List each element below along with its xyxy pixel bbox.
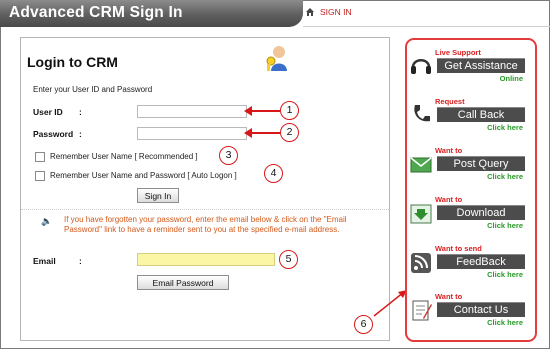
contact-us-label[interactable]: Contact Us — [437, 302, 525, 317]
password-label: Password — [33, 129, 74, 139]
get-assistance-item[interactable]: Live Support Get Assistance Online — [407, 48, 535, 92]
login-heading: Login to CRM — [27, 54, 118, 70]
callout-2: 2 — [280, 123, 299, 142]
feedback-item[interactable]: Want to send FeedBack Click here — [407, 244, 535, 288]
email-label: Email — [33, 256, 56, 266]
feedback-sub[interactable]: Click here — [487, 270, 523, 279]
callout-5: 5 — [279, 250, 298, 269]
speaker-icon: 🔈 — [41, 216, 53, 226]
callout-arrowhead-2 — [244, 128, 252, 138]
callout-arrow-6 — [373, 290, 407, 317]
email-password-button[interactable]: Email Password — [137, 275, 229, 290]
rss-icon — [411, 253, 431, 273]
user-id-label: User ID — [33, 107, 63, 117]
callout-6: 6 — [354, 315, 373, 334]
contact-us-sub[interactable]: Click here — [487, 318, 523, 327]
email-colon: : — [79, 256, 82, 266]
sign-in-link[interactable]: SIGN IN — [320, 7, 352, 17]
user-id-input[interactable] — [137, 105, 247, 118]
phone-icon — [414, 105, 430, 122]
support-panel: Live Support Get Assistance Online Reque… — [405, 38, 537, 342]
remember-user-checkbox[interactable] — [35, 152, 45, 162]
callout-arrowhead-1 — [244, 106, 252, 116]
password-colon: : — [79, 129, 82, 139]
download-caption: Want to — [435, 195, 463, 204]
call-back-sub[interactable]: Click here — [487, 123, 523, 132]
login-instruction: Enter your User ID and Password — [33, 85, 153, 94]
post-query-caption: Want to — [435, 146, 463, 155]
header-rule — [303, 26, 550, 27]
post-query-sub[interactable]: Click here — [487, 172, 523, 181]
contact-us-caption: Want to — [435, 292, 463, 301]
notepad-icon — [412, 300, 432, 321]
feedback-label[interactable]: FeedBack — [437, 254, 525, 269]
callout-1: 1 — [280, 101, 299, 120]
window-title: Advanced CRM Sign In — [9, 4, 183, 21]
download-icon — [410, 204, 432, 224]
remember-user-pass-checkbox[interactable] — [35, 171, 45, 181]
download-label[interactable]: Download — [437, 205, 525, 220]
callout-4: 4 — [264, 164, 283, 183]
headset-icon — [411, 59, 431, 74]
get-assistance-caption: Live Support — [435, 48, 481, 57]
call-back-item[interactable]: Request Call Back Click here — [407, 97, 535, 141]
user-key-icon — [266, 46, 287, 71]
feedback-caption: Want to send — [435, 244, 482, 253]
post-query-label[interactable]: Post Query — [437, 156, 525, 171]
remember-user-pass-label: Remember User Name and Password [ Auto L… — [50, 171, 237, 180]
get-assistance-sub[interactable]: Online — [500, 74, 523, 83]
home-icon[interactable] — [305, 7, 315, 17]
callout-3: 3 — [219, 146, 238, 165]
contact-us-item[interactable]: Want to Contact Us Click here — [407, 292, 535, 336]
download-sub[interactable]: Click here — [487, 221, 523, 230]
password-input[interactable] — [137, 127, 247, 140]
download-item[interactable]: Want to Download Click here — [407, 195, 535, 239]
get-assistance-label[interactable]: Get Assistance — [437, 58, 525, 73]
call-back-label[interactable]: Call Back — [437, 107, 525, 122]
section-divider — [21, 209, 389, 210]
email-input[interactable] — [137, 253, 275, 266]
envelope-icon — [410, 157, 432, 173]
forgot-password-notice: If you have forgotten your password, ent… — [64, 215, 347, 234]
sign-in-button[interactable]: Sign In — [137, 188, 179, 203]
user-id-colon: : — [79, 107, 82, 117]
callout-arrow-1 — [250, 110, 280, 112]
remember-user-label: Remember User Name [ Recommended ] — [50, 152, 198, 161]
post-query-item[interactable]: Want to Post Query Click here — [407, 146, 535, 190]
title-bar: Advanced CRM Sign In — [0, 0, 303, 27]
login-card: Login to CRM Enter your User ID and Pass… — [20, 37, 390, 341]
call-back-caption: Request — [435, 97, 465, 106]
callout-arrow-2 — [250, 132, 280, 134]
